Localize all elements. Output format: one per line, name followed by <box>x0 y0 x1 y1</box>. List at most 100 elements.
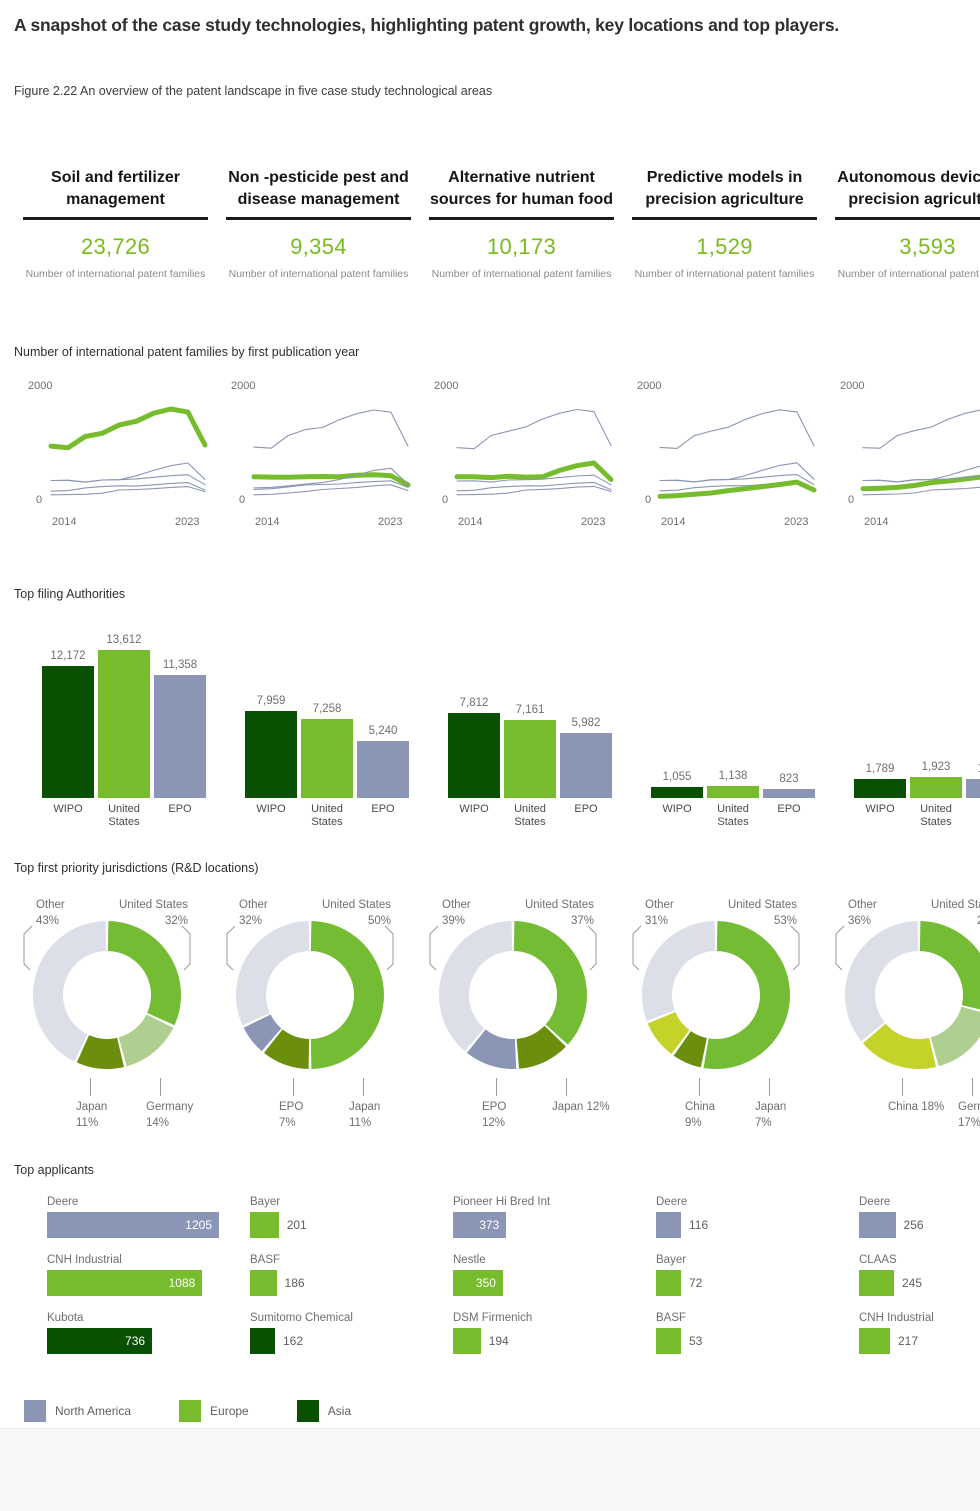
applicant-bar-wrap: 373 <box>453 1212 643 1238</box>
applicant-name: Deere <box>656 1196 688 1208</box>
patent-family-caption: Number of international patent families <box>25 268 206 280</box>
column-grid: Soil and fertilizer management 23,726 Numb… <box>0 0 980 1511</box>
donut-slice-united-states <box>919 921 980 1010</box>
donut-slice-other <box>235 921 310 1026</box>
patent-family-caption: Number of international patent families <box>634 268 815 280</box>
applicant-value: 53 <box>689 1334 703 1348</box>
bar-value-label: 13,612 <box>106 634 142 646</box>
line-y-min-tick: 0 <box>442 494 449 506</box>
filing-authority-bar-chart: 12,172 WIPO 13,612 United States 11,358 EPO <box>28 614 218 834</box>
line-chart: 2000020142023 <box>629 380 824 542</box>
column-title: Non -pesticide pest and disease manageme… <box>228 168 409 209</box>
bar <box>966 778 980 798</box>
donut-leader-tick <box>293 1078 294 1096</box>
applicant-value: 217 <box>897 1334 918 1348</box>
bar-category-label: WIPO <box>662 803 692 815</box>
line-y-min-tick: 0 <box>848 494 855 506</box>
column-title: Predictive models in precision agricultu… <box>645 168 804 209</box>
bar-value-label: 1,138 <box>718 769 748 782</box>
figure-page: A snapshot of the case study technologie… <box>0 0 980 1511</box>
legend-swatch <box>179 1400 202 1422</box>
donut-leader-tick <box>496 1078 497 1096</box>
applicant-name: BASF <box>656 1312 687 1324</box>
legend-item-europe: Europe <box>179 1400 249 1422</box>
donut-leader-tick <box>90 1078 91 1096</box>
line-series-other-0 <box>253 409 409 449</box>
applicant-value: 72 <box>689 1276 703 1290</box>
column-rule <box>835 217 980 220</box>
applicant-value: 1088 <box>168 1276 196 1290</box>
bar-group-wipo: 1,789 WIPO <box>854 763 906 815</box>
bar-value-label: 1,923 <box>921 761 951 774</box>
line-chart: 2000020142023 <box>426 380 621 542</box>
applicant-row: Bayer 201 <box>250 1196 440 1254</box>
bar-group-epo: 5,240 EPO <box>357 725 409 815</box>
donut-label-japan: Japan 7% <box>755 1101 787 1129</box>
applicant-bar: 72 <box>656 1270 702 1296</box>
line-series-other-0 <box>862 409 980 449</box>
applicant-bar-wrap: 217 <box>859 1328 980 1354</box>
bar-group-epo: 11,358 EPO <box>154 659 206 815</box>
donut-slice-germany <box>118 1014 174 1067</box>
legend-item-asia: Asia <box>296 1400 351 1422</box>
applicant-value: 186 <box>284 1276 305 1290</box>
line-chart: 2000020142023 <box>223 380 418 542</box>
bar-group-united-states: 13,612 United States <box>98 634 150 828</box>
applicant-value: 256 <box>903 1218 924 1232</box>
bar-group-united-states: 1,923 United States <box>910 761 962 828</box>
bar-category-label: EPO <box>962 798 980 816</box>
line-series-highlight <box>454 460 614 482</box>
bar-value-label: 7,258 <box>312 703 342 716</box>
donut-label-other: Other 43% <box>36 899 65 927</box>
applicant-bar-wrap: 245 <box>859 1270 980 1296</box>
line-series-other-4 <box>456 485 612 496</box>
bar-category-label: United States <box>717 803 749 829</box>
donut-label-epo: EPO 7% <box>279 1101 304 1129</box>
applicant-name: Kubota <box>47 1312 84 1324</box>
bar-group-epo: 1,768EPO <box>966 763 980 798</box>
bar <box>504 720 556 798</box>
applicant-bar-wrap: 201 <box>250 1212 440 1238</box>
column-title: Soil and fertilizer management <box>51 168 180 209</box>
line-x-start-tick: 2014 <box>661 516 686 528</box>
line-x-end-tick: 2023 <box>175 516 200 528</box>
bar-value-label: 1,768 <box>966 763 980 779</box>
donut-label-other: Other 36% <box>848 899 877 927</box>
bar-category-label: EPO <box>574 803 598 815</box>
donut-label-united-states: United States 37% <box>524 899 594 927</box>
bar <box>854 778 906 798</box>
bar-group-wipo: 1,055 WIPO <box>651 771 703 815</box>
line-x-end-tick: 2023 <box>378 516 403 528</box>
applicant-name: Sumitomo Chemical <box>250 1312 353 1324</box>
line-y-min-tick: 0 <box>239 494 246 506</box>
donut-leader-tick <box>972 1078 973 1096</box>
applicant-name: Nestle <box>453 1254 486 1266</box>
donut-leader-line-0 <box>23 925 33 971</box>
filing-authority-bar-chart: 7,959 WIPO 7,258 United States 5,240 EPO <box>231 614 421 834</box>
bar <box>301 719 353 798</box>
bar-plot-area: 12,172 WIPO 13,612 United States 11,358 EPO <box>28 634 208 828</box>
legend-label: Europe <box>210 1404 249 1418</box>
applicant-bar-wrap: 256 <box>859 1212 980 1238</box>
line-series-highlight <box>48 406 208 451</box>
donut-leader-line-1 <box>384 925 394 971</box>
applicant-value: 194 <box>488 1334 509 1348</box>
donut-label-united-states: United States 50% <box>321 899 391 927</box>
bar-plot-area: 1,055 WIPO 1,138 United States 823 EPO <box>637 648 817 828</box>
applicant-bar-wrap: 116 <box>656 1212 846 1238</box>
applicant-row: Pioneer Hi Bred Int 373 <box>453 1196 643 1254</box>
applicant-value: 162 <box>283 1334 304 1348</box>
top-applicants-list: Pioneer Hi Bred Int 373 Nestle 350 DSM Firme… <box>453 1196 643 1370</box>
bar-group-wipo: 7,812 WIPO <box>448 697 500 815</box>
bar-plot-area: 1,789WIPO1,923United States1,768EPO <box>840 648 980 828</box>
applicant-bar: 186 <box>250 1270 305 1296</box>
patent-family-caption: Number of international patent families <box>228 268 409 280</box>
bar-category-label: WIPO <box>459 803 489 815</box>
donut-leader-tick <box>363 1078 364 1096</box>
applicant-name: Bayer <box>250 1196 281 1208</box>
line-series-other-4 <box>50 486 206 496</box>
donut-leader-tick <box>699 1078 700 1096</box>
applicant-row: Deere 1205 <box>47 1196 237 1254</box>
applicant-bar: 1088 <box>47 1270 203 1296</box>
applicant-bar-wrap: 1205 <box>47 1212 237 1238</box>
